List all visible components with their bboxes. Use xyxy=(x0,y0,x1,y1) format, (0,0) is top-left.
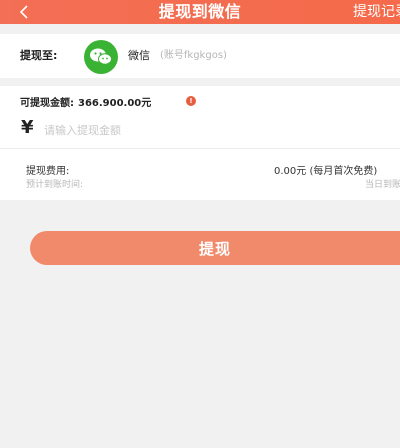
withdraw-to-label: 提现至: xyxy=(20,49,58,62)
currency-symbol: ¥ xyxy=(21,117,34,138)
fee-value: 0.00元 (每月首次免费) xyxy=(274,166,378,177)
withdraw-submit-button[interactable]: 提现 xyxy=(30,231,400,265)
app-header: 提现到微信 提现记录 xyxy=(0,0,400,24)
wechat-icon xyxy=(84,40,118,74)
withdraw-form-card: 可提现金额: 366.900.00元 ! ¥ 提现费用: 0.00元 (每月首次免… xyxy=(0,86,400,200)
wechat-account: (账号fkgkgos) xyxy=(160,50,227,61)
eta-value: 当日到账 xyxy=(365,180,400,190)
fee-label: 提现费用: xyxy=(26,166,70,177)
info-icon[interactable]: ! xyxy=(186,96,196,106)
available-balance-amount: 366.900.00元 xyxy=(78,98,152,109)
page-title: 提现到微信 xyxy=(158,2,242,21)
withdraw-amount-input[interactable] xyxy=(44,120,344,140)
withdraw-method-card[interactable]: 提现至: 微信 (账号fkgkgos) xyxy=(0,34,400,78)
withdraw-method-name: 微信 xyxy=(128,49,150,62)
withdraw-records-link[interactable]: 提现记录 xyxy=(353,0,400,24)
available-balance: 可提现金额: 366.900.00元 xyxy=(20,94,151,109)
available-balance-label: 可提现金额: xyxy=(20,98,74,109)
eta-label: 预计到账时间: xyxy=(26,180,84,190)
divider xyxy=(0,148,400,149)
